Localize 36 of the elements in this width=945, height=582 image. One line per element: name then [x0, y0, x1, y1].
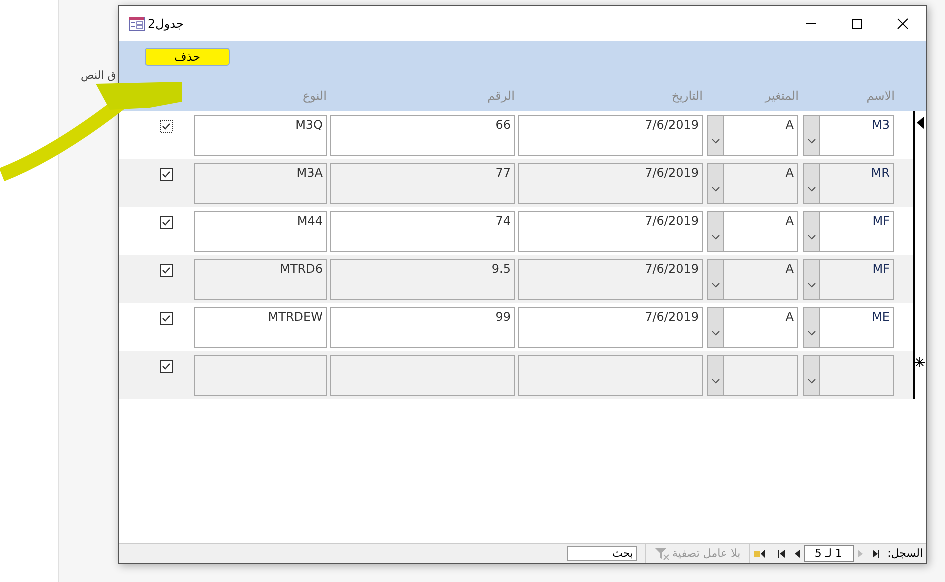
number-field[interactable]: 74: [330, 210, 515, 252]
column-header: التاريخ: [672, 89, 703, 103]
column-header: النوع: [303, 89, 327, 103]
date-field[interactable]: 7/6/2019: [518, 114, 703, 156]
date-field[interactable]: 7/6/2019: [518, 210, 703, 252]
column-header: الرقم: [488, 89, 515, 103]
column-header: الاسم: [866, 89, 895, 103]
column-header: المتغير: [765, 89, 799, 103]
search-field[interactable]: بحث: [566, 546, 636, 561]
variable-combo[interactable]: A: [707, 258, 798, 300]
type-field[interactable]: M3A: [194, 162, 327, 204]
name-combo[interactable]: M3: [803, 114, 894, 156]
number-field[interactable]: 99: [330, 306, 515, 348]
name-combo[interactable]: ME: [803, 306, 894, 348]
number-field[interactable]: 77: [330, 162, 515, 204]
date-field[interactable]: 7/6/2019: [518, 162, 703, 204]
record-position-field[interactable]: 1 لـ 5: [804, 545, 854, 562]
name-combo[interactable]: MF: [803, 258, 894, 300]
name-combo[interactable]: MR: [803, 162, 894, 204]
variable-combo[interactable]: A: [707, 210, 798, 252]
type-field[interactable]: M44: [194, 210, 327, 252]
name-combo[interactable]: MF: [803, 210, 894, 252]
record-label: السجل:: [886, 547, 924, 560]
type-field[interactable]: M3Q: [194, 114, 327, 156]
type-field[interactable]: MTRD6: [194, 258, 327, 300]
variable-combo[interactable]: A: [707, 306, 798, 348]
ribbon-group-label: ق النص: [81, 69, 116, 82]
number-field[interactable]: 66: [330, 114, 515, 156]
number-field[interactable]: 9.5: [330, 258, 515, 300]
type-field[interactable]: MTRDEW: [194, 306, 327, 348]
window-title: جدول2: [148, 16, 184, 30]
variable-combo[interactable]: A: [707, 162, 798, 204]
variable-combo[interactable]: A: [707, 114, 798, 156]
date-field[interactable]: 7/6/2019: [518, 306, 703, 348]
delete-button[interactable]: حذف: [145, 48, 230, 66]
date-field[interactable]: 7/6/2019: [518, 258, 703, 300]
